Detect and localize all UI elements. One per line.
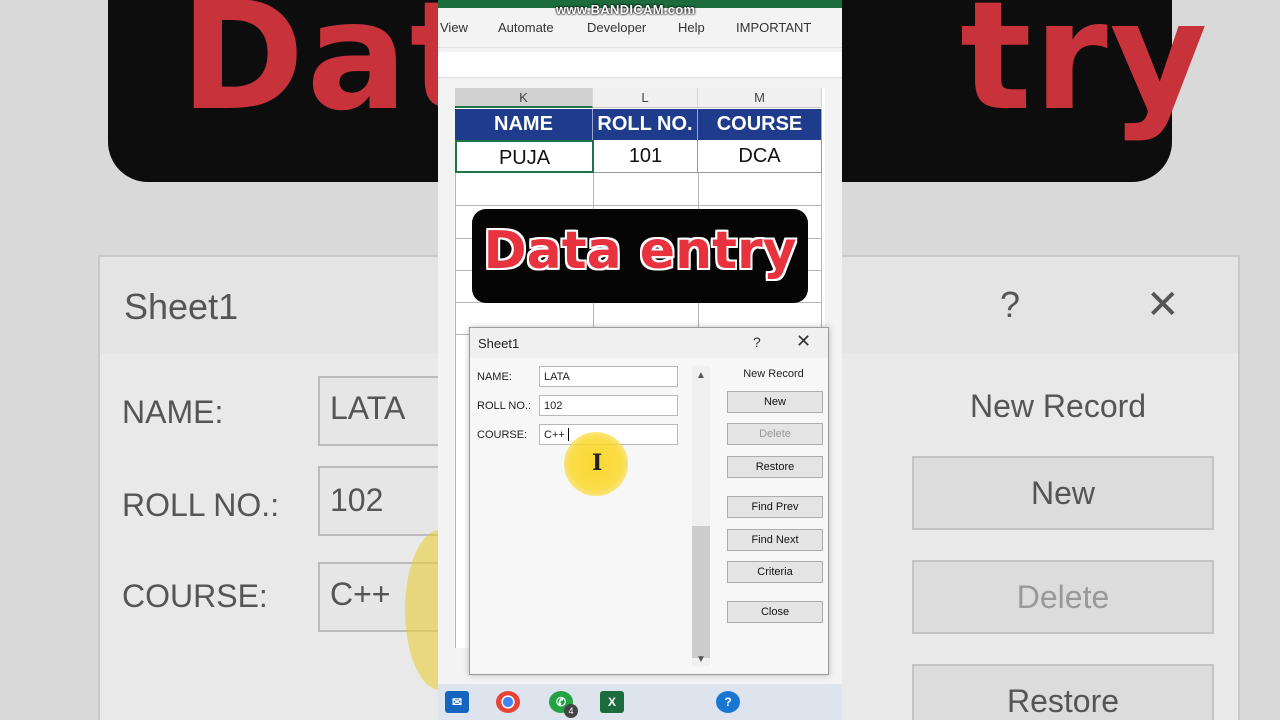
- scroll-up-icon[interactable]: ▲: [696, 370, 706, 381]
- find-prev-button[interactable]: Find Prev: [727, 496, 823, 518]
- close-button[interactable]: Close: [727, 601, 823, 623]
- excel-window: View Automate Developer Help IMPORTANT w…: [438, 0, 842, 720]
- field-label-name: NAME:: [477, 371, 512, 383]
- header-cell-name[interactable]: NAME: [455, 109, 593, 140]
- whatsapp-badge: 4: [564, 704, 578, 718]
- close-icon[interactable]: ✕: [796, 331, 811, 352]
- tab-view[interactable]: View: [440, 20, 468, 35]
- criteria-button[interactable]: Criteria: [727, 561, 823, 583]
- column-header-m[interactable]: M: [698, 88, 822, 108]
- bg-help-icon: ?: [1000, 284, 1021, 325]
- tab-developer[interactable]: Developer: [587, 20, 646, 35]
- tab-automate[interactable]: Automate: [498, 20, 554, 35]
- record-status: New Record: [743, 368, 804, 380]
- bg-dialog-title: Sheet1: [124, 286, 239, 327]
- roll-no-field[interactable]: 102: [539, 395, 678, 416]
- bg-label-course: COURSE:: [122, 578, 268, 614]
- data-entry-overlay: Data entry: [472, 209, 808, 303]
- dialog-body: NAME: LATA ROLL NO.: 102 COURSE: C++ I ▲…: [470, 358, 828, 674]
- grid-row-line: [455, 205, 822, 206]
- header-cell-course[interactable]: COURSE: [698, 109, 822, 140]
- grid-col-line: [455, 173, 456, 648]
- help-icon[interactable]: ?: [753, 334, 761, 350]
- formula-bar[interactable]: [438, 52, 842, 78]
- help-icon[interactable]: ?: [716, 691, 740, 713]
- bg-banner-text-right: try: [960, 0, 1210, 144]
- new-button[interactable]: New: [727, 391, 823, 413]
- taskbar: ✉ ✆ 4 X ?: [438, 684, 842, 720]
- tab-help[interactable]: Help: [678, 20, 705, 35]
- record-scrollbar[interactable]: ▲ ▼: [692, 366, 710, 666]
- cell-roll-1[interactable]: 101: [594, 140, 698, 173]
- recorder-watermark: www.BANDICAM.com: [556, 2, 696, 17]
- tab-important[interactable]: IMPORTANT: [736, 20, 811, 35]
- cell-course-1[interactable]: DCA: [698, 140, 822, 173]
- bg-record-status: New Record: [970, 388, 1147, 424]
- text-caret: [568, 428, 569, 441]
- column-header-l[interactable]: L: [593, 88, 698, 108]
- restore-button[interactable]: Restore: [727, 456, 823, 478]
- scroll-down-icon[interactable]: ▼: [696, 654, 706, 665]
- find-next-button[interactable]: Find Next: [727, 529, 823, 551]
- bg-close-icon: ✕: [1146, 283, 1180, 327]
- data-form-dialog: Sheet1 ? ✕ NAME: LATA ROLL NO.: 102 COUR…: [469, 327, 829, 675]
- ibeam-cursor-icon: I: [592, 450, 603, 476]
- overlay-title: Data entry: [483, 221, 797, 281]
- delete-button[interactable]: Delete: [727, 423, 823, 445]
- bg-value-course: C++: [330, 576, 391, 612]
- excel-icon[interactable]: X: [600, 691, 624, 713]
- bg-value-name: LATA: [330, 390, 406, 426]
- bg-label-roll: ROLL NO.:: [122, 487, 280, 523]
- bg-new-button: New: [912, 456, 1214, 530]
- scroll-thumb[interactable]: [692, 526, 710, 658]
- course-field-value: C++: [544, 429, 565, 441]
- name-field[interactable]: LATA: [539, 366, 678, 387]
- mail-icon[interactable]: ✉: [445, 691, 469, 713]
- column-header-k[interactable]: K: [455, 88, 593, 108]
- dialog-title: Sheet1: [478, 336, 520, 351]
- bg-delete-button: Delete: [912, 560, 1214, 634]
- field-label-roll: ROLL NO.:: [477, 400, 531, 412]
- bg-label-name: NAME:: [122, 394, 224, 430]
- cell-name-1[interactable]: PUJA: [455, 140, 594, 173]
- bg-value-roll: 102: [330, 482, 384, 518]
- field-label-course: COURSE:: [477, 429, 528, 441]
- bg-restore-button: Restore: [912, 664, 1214, 720]
- header-cell-roll[interactable]: ROLL NO.: [593, 109, 698, 140]
- chrome-icon[interactable]: [496, 691, 520, 713]
